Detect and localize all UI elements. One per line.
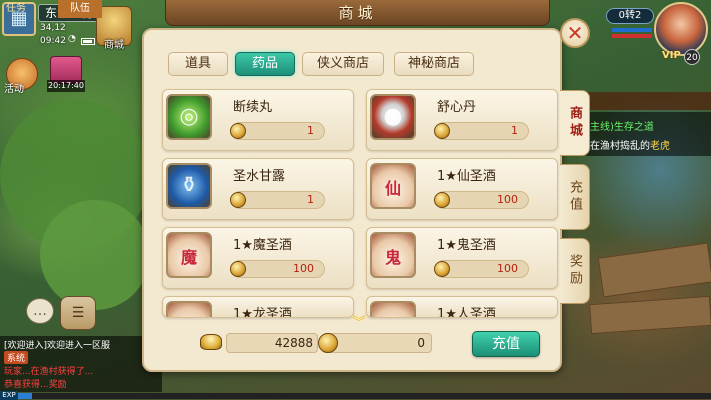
tab-medicine[interactable]: 药品 (235, 52, 295, 76)
chat-line: [欢迎进入]欢迎进入一区服 (4, 341, 111, 351)
price-bar: 1 (434, 122, 529, 140)
quest-target: 老虎 (650, 141, 670, 152)
item-card[interactable]: 仙 1★仙圣酒 100 (366, 158, 558, 220)
tab-props[interactable]: 道具 (168, 52, 228, 76)
icon-glyph: ● (383, 104, 403, 129)
item-name: 圣水甘露 (233, 169, 286, 184)
side-tab-reward[interactable]: 奖励 (560, 238, 590, 304)
quest-desc-prefix: 在渔村捣乱的 (590, 141, 650, 152)
hero-portrait[interactable] (654, 2, 708, 56)
item-card[interactable]: 1★龙圣酒 (162, 296, 354, 318)
tab-chivalry-shop[interactable]: 侠义商店 (302, 52, 384, 76)
icon-glyph: ◎ (179, 104, 199, 129)
tab-mystery-shop[interactable]: 神秘商店 (394, 52, 474, 76)
wine-jar-mo-icon: 魔 (166, 232, 212, 278)
gift-timer: 20:17:40 (47, 80, 85, 92)
coin-icon (434, 192, 450, 208)
coin-icon (318, 333, 338, 353)
item-price: 100 (293, 262, 314, 275)
side-tab-recharge[interactable]: 充值 (560, 164, 590, 230)
jar-glyph: 鬼 (384, 248, 401, 267)
mp-bar (612, 34, 652, 38)
item-name: 1★魔圣酒 (233, 238, 292, 253)
green-swirl-orb-icon: ◎ (166, 94, 212, 140)
hp-bar (612, 28, 652, 32)
item-card[interactable]: 魔 1★魔圣酒 100 (162, 227, 354, 289)
chat-line: 恭喜获得...奖励 (4, 380, 67, 390)
coin-icon (230, 123, 246, 139)
quest-tabs (586, 92, 711, 110)
price-bar: 1 (230, 122, 325, 140)
wine-jar-long-icon (166, 301, 212, 317)
quest-description[interactable]: 在渔村捣乱的老虎 (590, 137, 670, 152)
exp-label: EXP (0, 391, 18, 400)
coords-readout: 34,12 (40, 23, 66, 33)
jar-glyph: 仙 (384, 179, 401, 198)
exp-bar (18, 393, 711, 399)
close-button[interactable]: ✕ (560, 18, 590, 48)
icon-glyph: ⚱ (179, 173, 199, 198)
quest-title[interactable]: 主线)生存之道 (590, 118, 654, 133)
chat-line: 玩家...在渔村获得了... (4, 367, 94, 377)
scroll-down-icon[interactable]: ︾ (352, 312, 366, 332)
recharge-button[interactable]: 充值 (472, 331, 540, 357)
coin-balance: 0 (322, 333, 432, 353)
coin-icon (434, 123, 450, 139)
chat-system-tag: 系统 (4, 351, 29, 364)
vip-level-badge: 20 (684, 49, 700, 65)
chat-bubble-icon[interactable]: … (26, 298, 54, 324)
item-card[interactable]: ⚱ 圣水甘露 1 (162, 158, 354, 220)
shop-title: 商城 (338, 4, 377, 22)
coin-icon (434, 261, 450, 277)
price-bar: 1 (230, 191, 325, 209)
item-price: 1 (511, 124, 518, 137)
shop-label: 商城 (104, 40, 124, 51)
shop-modal-header: 商城 (165, 0, 550, 26)
item-price: 1 (307, 124, 314, 137)
item-card[interactable]: 鬼 1★鬼圣酒 100 (366, 227, 558, 289)
battery-icon (81, 38, 95, 45)
item-name: 1★龙圣酒 (233, 307, 292, 318)
wine-jar-xian-icon: 仙 (370, 163, 416, 209)
gold-balance: 42888 (226, 333, 318, 353)
pearl-pillow-icon: ● (370, 94, 416, 140)
item-name: 断续丸 (233, 100, 273, 115)
activity-label: 活动 (4, 84, 24, 95)
jar-glyph: 魔 (180, 248, 197, 267)
voice-chat-button[interactable]: ☰ (60, 296, 96, 330)
tree-foliage (40, 200, 150, 310)
wine-jar-ren-icon (370, 301, 416, 317)
tab-task[interactable]: 任务 (6, 0, 26, 18)
clock-readout: 09:42 (40, 36, 66, 46)
wifi-icon: ◔ (68, 34, 76, 44)
item-card[interactable]: ◎ 断续丸 1 (162, 89, 354, 151)
item-price: 1 (307, 193, 314, 206)
item-name: 1★仙圣酒 (437, 169, 496, 184)
item-card[interactable]: ● 舒心丹 1 (366, 89, 558, 151)
item-price: 100 (497, 262, 518, 275)
wine-jar-gui-icon: 鬼 (370, 232, 416, 278)
item-name: 1★人圣酒 (437, 307, 496, 318)
price-bar: 100 (434, 191, 529, 209)
exp-bar-fill (18, 393, 32, 399)
price-bar: 100 (230, 260, 325, 278)
vip-label[interactable]: VIP (662, 50, 681, 61)
item-name: 舒心丹 (437, 100, 477, 115)
item-price: 100 (497, 193, 518, 206)
tab-team[interactable]: 队伍 (58, 0, 102, 18)
gold-ingot-icon (200, 334, 222, 350)
item-name: 1★鬼圣酒 (437, 238, 496, 253)
side-tab-mall[interactable]: 商城 (560, 90, 590, 156)
price-bar: 100 (434, 260, 529, 278)
coin-icon (230, 192, 246, 208)
coin-icon (230, 261, 246, 277)
reincarnation-level: 0转2 (606, 8, 654, 24)
item-card[interactable]: 1★人圣酒 (366, 296, 558, 318)
blue-vase-icon: ⚱ (166, 163, 212, 209)
